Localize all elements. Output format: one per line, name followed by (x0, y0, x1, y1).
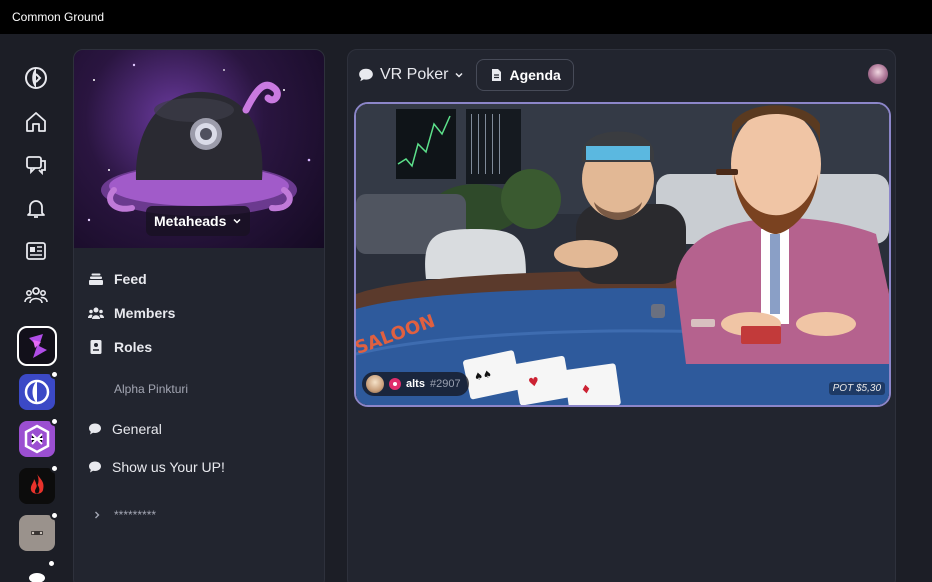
left-rail (0, 34, 72, 582)
agenda-button[interactable]: Agenda (476, 59, 574, 91)
main-panel: VR Poker Agenda ♠♠ ♥ ♦ SALOON alts #2907… (347, 49, 896, 582)
roles-icon (90, 340, 102, 354)
nav-item-label: Members (114, 305, 176, 321)
channel-general[interactable]: General (88, 410, 324, 448)
stream-user-name: alts (406, 378, 425, 390)
stream-user-discriminator: #2907 (429, 378, 461, 390)
stream-user-tag: alts #2907 (362, 372, 469, 396)
news-icon[interactable] (18, 233, 54, 269)
app-logo-icon[interactable] (18, 60, 54, 96)
channel-header: VR Poker Agenda (358, 59, 574, 91)
notification-dot (50, 417, 59, 426)
chevron-down-icon (455, 72, 463, 78)
window-title: Common Ground (12, 10, 105, 24)
nav-item-label: Roles (114, 339, 153, 355)
fire-community-icon[interactable] (19, 468, 55, 504)
chat-bubble-icon (89, 461, 101, 473)
notification-dot (50, 370, 59, 379)
chat-icon[interactable] (18, 147, 54, 183)
home-icon[interactable] (18, 104, 54, 140)
members-icon (88, 307, 104, 319)
chevron-right-icon (95, 511, 100, 519)
chat-bubble-icon (359, 68, 373, 82)
community-nav: Feed Members Roles Alpha Pinkturi Genera… (74, 248, 324, 530)
live-indicator-icon (389, 378, 401, 390)
agenda-label: Agenda (509, 67, 561, 83)
hexagon-community-icon[interactable] (19, 421, 55, 457)
vr-poker-scene: ♠♠ ♥ ♦ SALOON (356, 104, 889, 405)
channel-show-us-your-up[interactable]: Show us Your UP! (88, 448, 324, 486)
channel-section-header: Alpha Pinkturi (114, 382, 189, 396)
notification-dot (50, 464, 59, 473)
community-name: Metaheads (154, 213, 227, 229)
nav-item-members[interactable]: Members (88, 296, 324, 330)
channel-label: General (112, 421, 162, 437)
community-sidebar: Metaheads Feed Members Roles Alpha Pinkt… (73, 49, 325, 582)
notification-dot (50, 511, 59, 520)
people-icon[interactable] (18, 277, 54, 313)
chevron-down-icon (233, 218, 241, 224)
common-ground-community-icon[interactable] (19, 374, 55, 410)
nav-item-roles[interactable]: Roles (88, 330, 324, 364)
stream-user-avatar (366, 375, 384, 393)
channel-label: Show us Your UP! (112, 459, 225, 475)
nav-item-feed[interactable]: Feed (88, 262, 324, 296)
chat-bubble-icon (89, 423, 101, 435)
svg-text:♦: ♦ (580, 382, 593, 397)
feed-icon (89, 273, 103, 285)
user-avatar[interactable] (868, 64, 888, 84)
community-banner: Metaheads (74, 50, 324, 248)
channel-title-dropdown[interactable]: VR Poker (358, 66, 464, 84)
collapsed-group-label: ********* (114, 508, 157, 522)
channel-title: VR Poker (380, 66, 449, 83)
window-titlebar: Common Ground (0, 0, 932, 34)
gray-community-icon[interactable] (19, 515, 55, 551)
nav-item-label: Feed (114, 271, 147, 287)
metaheads-community-icon[interactable] (17, 326, 57, 366)
video-stream[interactable]: ♠♠ ♥ ♦ SALOON alts #2907 POT $5,30 (354, 102, 891, 407)
pot-label: POT $5,30 (828, 382, 885, 395)
community-name-button[interactable]: Metaheads (146, 206, 251, 236)
notification-dot (47, 559, 56, 568)
document-icon (492, 69, 502, 81)
bell-icon[interactable] (18, 190, 54, 226)
collapsed-channel-group[interactable]: ********* (88, 500, 324, 530)
